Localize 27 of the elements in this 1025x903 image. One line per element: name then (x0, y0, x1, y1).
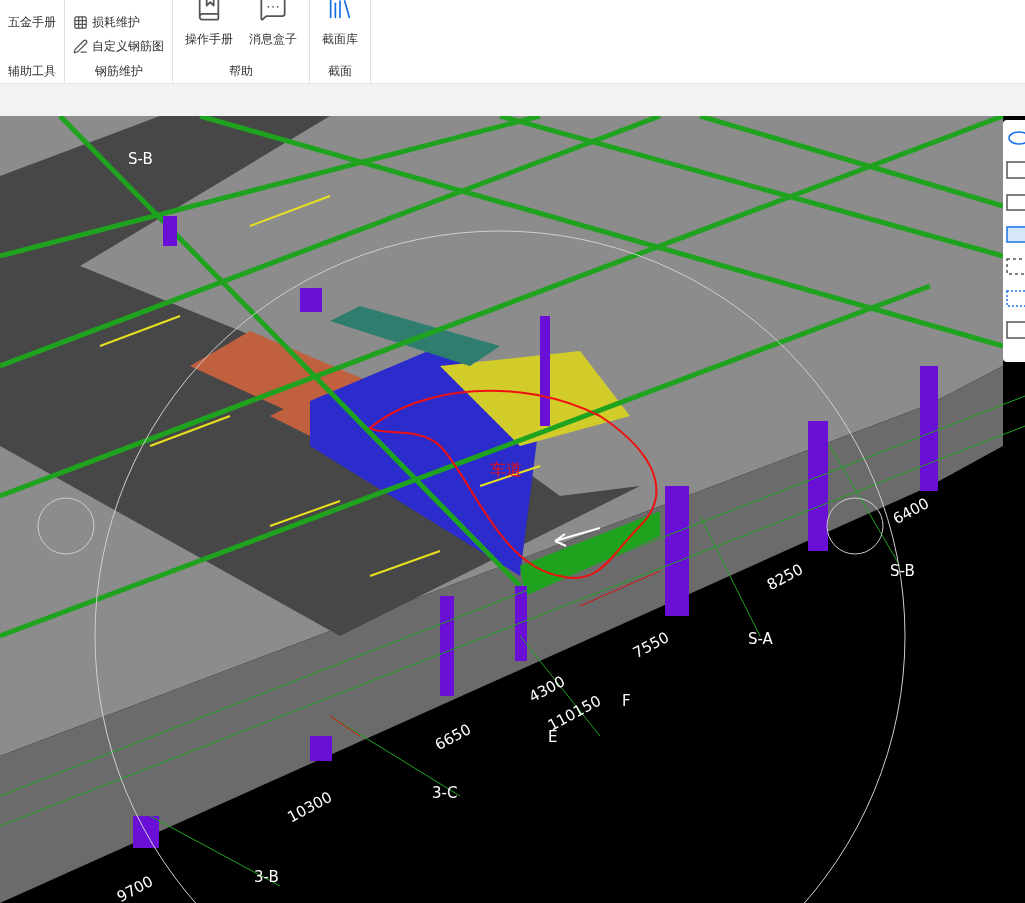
dimension-label: 7550 (628, 627, 674, 664)
axis-label: S-B (128, 149, 153, 170)
dimension-label: 6400 (888, 493, 934, 530)
dimension-label: 6650 (430, 719, 476, 756)
group-label: 截面 (328, 63, 352, 80)
dimension-label: 8250 (762, 559, 808, 596)
ribbon-large-button[interactable]: 操作手册 (181, 0, 237, 48)
orbit-icon[interactable] (1005, 128, 1025, 148)
grid-icon (73, 14, 88, 30)
axis-label: S-A (748, 629, 773, 650)
message-box-icon (259, 0, 287, 22)
ribbon-large-button[interactable]: 截面库 (318, 0, 362, 48)
group-label: 钢筋维护 (94, 63, 143, 80)
pen-icon (73, 38, 88, 54)
axis-label: 3-C (432, 783, 458, 804)
ribbon-button[interactable]: 自定义钢筋图 (73, 34, 164, 58)
axis-label: S-B (890, 561, 915, 582)
roadway-label: 车道 (490, 459, 522, 481)
box-select-icon[interactable] (1005, 288, 1025, 308)
axis-label: F (622, 691, 631, 712)
ribbon-large-button[interactable]: 消息盒子 (245, 0, 301, 48)
axis-label: 3-B (254, 867, 279, 888)
group-label: 辅助工具 (8, 63, 56, 80)
dashed-box-icon[interactable] (1005, 256, 1025, 276)
ribbon-button[interactable]: 损耗维护 (73, 10, 140, 34)
group-label: 帮助 (229, 63, 253, 80)
ribbon-button[interactable]: 五金手册 (8, 10, 56, 34)
